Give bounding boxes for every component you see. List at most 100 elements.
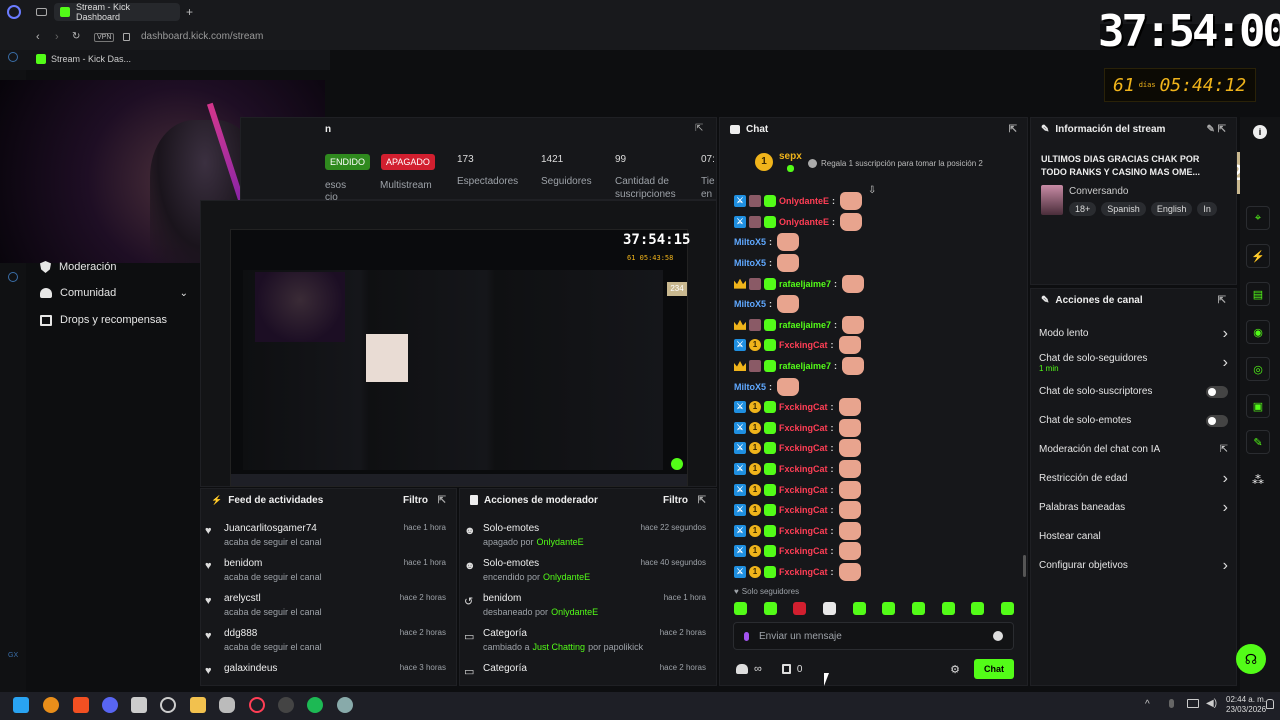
tag-chip[interactable]: In [1197, 202, 1217, 216]
emote-icon[interactable] [763, 602, 777, 615]
list-item[interactable]: ♥ Juancarlitosgamer74 acaba de seguir el c… [201, 519, 456, 554]
multistream-badge[interactable]: APAGADO [381, 154, 435, 170]
feed-username[interactable]: arelycstl [224, 593, 261, 604]
chat-username[interactable]: FxckingCat [779, 340, 828, 350]
channel-actions-expand-icon[interactable]: ⇱ [1218, 295, 1226, 306]
mod-filter-button[interactable]: Filtro [663, 495, 688, 506]
chat-username[interactable]: MiltoX5 [734, 258, 766, 268]
reload-icon[interactable]: ↻ [72, 31, 80, 42]
channel-action-item[interactable]: Moderación del chat con IA ⇱ [1031, 435, 1236, 464]
address-text[interactable]: dashboard.kick.com/stream [141, 31, 263, 42]
rail-stream-info-icon[interactable]: ▣ [1246, 394, 1270, 418]
feed-username[interactable]: galaxindeus [224, 663, 277, 674]
emote-icon[interactable] [882, 602, 896, 615]
chat-message[interactable]: MiltoX5: [720, 232, 1027, 253]
chat-username[interactable]: rafaeljaime7 [779, 279, 831, 289]
chat-username[interactable]: FxckingCat [779, 485, 828, 495]
chat-username[interactable]: FxckingCat [779, 464, 828, 474]
list-item[interactable]: ♥ ddg888 acaba de seguir el canal hace 2 ho… [201, 624, 456, 659]
rail-users-icon[interactable]: ⁂ [1252, 473, 1264, 487]
tag-chip[interactable]: English [1150, 202, 1193, 216]
chat-message[interactable]: ⚔ 1 FxckingCat: [720, 541, 1027, 562]
steam-icon[interactable] [160, 697, 176, 713]
feed-username[interactable]: benidom [224, 558, 262, 569]
emote-icon[interactable] [941, 602, 955, 615]
nav-community[interactable]: Comunidad ⌄ [40, 287, 188, 299]
windows-start-icon[interactable] [13, 697, 29, 713]
emote-icon[interactable] [793, 602, 807, 615]
list-item[interactable]: ♥ galaxindeus hace 3 horas [201, 659, 456, 694]
tray-network-icon[interactable] [1187, 699, 1199, 708]
chat-username[interactable]: rafaeljaime7 [779, 320, 831, 330]
chat-username[interactable]: OnlydanteE [779, 217, 829, 227]
chat-message[interactable]: ⚔ 1 FxckingCat: [720, 459, 1027, 480]
chat-message[interactable]: MiltoX5: [720, 294, 1027, 315]
channel-action-item[interactable]: Configurar objetivos › [1031, 551, 1236, 580]
feed-filter-button[interactable]: Filtro [403, 495, 428, 506]
tray-volume-icon[interactable]: ◀) [1206, 698, 1217, 709]
tab-kick-dashboard[interactable]: Stream - Kick Dashboard [54, 2, 180, 22]
chat-message[interactable]: rafaeljaime7: [720, 315, 1027, 336]
chat-message[interactable]: ⚔ 1 FxckingCat: [720, 479, 1027, 500]
chat-username[interactable]: rafaeljaime7 [779, 361, 831, 371]
chat-message[interactable]: ⚔ OnlydanteE: [720, 191, 1027, 212]
sidebar-icon[interactable] [8, 52, 18, 62]
chat-message[interactable]: ⚔ 1 FxckingCat: [720, 397, 1027, 418]
chat-settings-icon[interactable]: ⚙ [950, 663, 960, 676]
mod-action-user[interactable]: OnlydanteE [551, 607, 598, 617]
emoji-icon[interactable] [993, 631, 1003, 641]
chat-message[interactable]: ⚔ 1 FxckingCat: [720, 335, 1027, 356]
toggle-switch[interactable] [1206, 385, 1228, 398]
emote-icon[interactable] [822, 602, 836, 615]
tabs-icon[interactable] [36, 8, 47, 16]
bookmark-item[interactable]: Stream - Kick Das... [36, 54, 131, 64]
settings-icon[interactable] [337, 697, 353, 713]
chat-message[interactable]: MiltoX5: [720, 253, 1027, 274]
mod-action-user[interactable]: Just Chatting [533, 642, 586, 652]
feed-username[interactable]: ddg888 [224, 628, 257, 639]
chat-expand-icon[interactable]: ⇱ [1009, 124, 1017, 135]
emote-icon[interactable] [1000, 602, 1014, 615]
tray-chevron-icon[interactable]: ^ [1145, 699, 1150, 710]
channel-action-item[interactable]: Chat de solo-seguidores 1 min › [1031, 348, 1236, 377]
mod-expand-icon[interactable]: ⇱ [698, 495, 706, 506]
chat-username[interactable]: FxckingCat [779, 505, 828, 515]
gamepad-icon[interactable] [219, 697, 235, 713]
nav-drops[interactable]: Drops y recompensas [40, 314, 167, 326]
nav-moderation[interactable]: Moderación [40, 261, 116, 273]
emote-icon[interactable] [734, 602, 747, 615]
sidebar-settings-icon[interactable] [8, 272, 18, 282]
rail-broadcast-icon[interactable]: ◎ [1246, 357, 1270, 381]
chat-input[interactable]: Enviar un mensaje [733, 622, 1014, 650]
chat-message[interactable]: ⚔ 1 FxckingCat: [720, 438, 1027, 459]
vpn-badge[interactable]: VPN [94, 33, 115, 42]
chat-message[interactable]: ⚔ 1 FxckingCat: [720, 418, 1027, 439]
timer-icon[interactable] [781, 664, 791, 674]
chat-message[interactable]: ⚔ 1 FxckingCat: [720, 500, 1027, 521]
chat-username[interactable]: FxckingCat [779, 402, 828, 412]
rail-chat-icon[interactable]: ◉ [1246, 320, 1270, 344]
taskbar-app-icon[interactable] [43, 697, 59, 713]
chat-username[interactable]: OnlydanteE [779, 196, 829, 206]
chat-message[interactable]: ⚔ 1 FxckingCat: [720, 562, 1027, 582]
top-gifter-name[interactable]: sepx [779, 151, 802, 162]
tag-chip[interactable]: Spanish [1101, 202, 1146, 216]
category-name[interactable]: Conversando [1069, 186, 1128, 197]
rail-capture-icon[interactable]: ⌖ [1246, 206, 1270, 230]
stats-expand-icon[interactable]: ⇱ [695, 123, 703, 134]
chat-send-button[interactable]: Chat [974, 659, 1014, 679]
channel-action-item[interactable]: Restricción de edad › [1031, 464, 1236, 493]
list-item[interactable]: ♥ benidom acaba de seguir el canal hace 1 h… [201, 554, 456, 589]
discord-icon[interactable] [102, 697, 118, 713]
store-icon[interactable] [131, 697, 147, 713]
chat-message[interactable]: MiltoX5: [720, 376, 1027, 397]
users-icon[interactable] [736, 664, 748, 674]
list-item[interactable]: ♥ arelycstl acaba de seguir el canal hace 2… [201, 589, 456, 624]
chat-username[interactable]: FxckingCat [779, 443, 828, 453]
opera-gx-icon[interactable] [249, 697, 265, 713]
browser-logo-icon[interactable] [7, 5, 21, 19]
channel-action-item[interactable]: Chat de solo-suscriptores [1031, 377, 1236, 406]
chat-username[interactable]: FxckingCat [779, 567, 828, 577]
toggle-switch[interactable] [1206, 414, 1228, 427]
sidebar-gx-icon[interactable]: GX [8, 652, 18, 659]
